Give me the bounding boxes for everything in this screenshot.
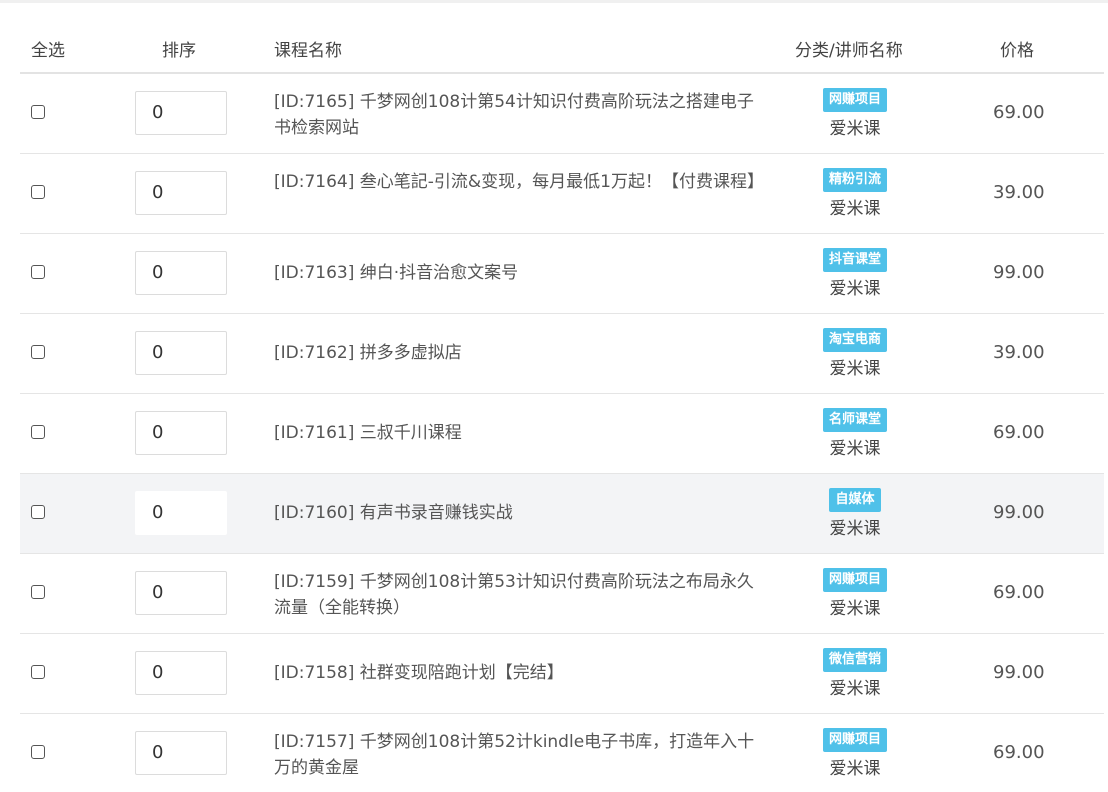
- price: 99.00: [993, 662, 1045, 683]
- price: 69.00: [993, 102, 1045, 123]
- course-name: [ID:7165] 千梦网创108计第54计知识付费高阶玩法之搭建电子书检索网站: [274, 92, 754, 138]
- category-cell: 淘宝电商 爱米课: [790, 328, 920, 379]
- course-name: [ID:7164] 叁心笔記-引流&变现，每月最低1万起！【付费课程】: [274, 172, 764, 192]
- header-category-teacher: 分类/讲师名称: [795, 41, 903, 61]
- table-row: 0 [ID:7158] 社群变现陪跑计划【完结】 微信营销 爱米课 99.00: [20, 634, 1104, 714]
- price: 99.00: [993, 262, 1045, 283]
- table-row: 0 [ID:7165] 千梦网创108计第54计知识付费高阶玩法之搭建电子书检索…: [20, 74, 1104, 154]
- category-badge: 抖音课堂: [822, 248, 887, 272]
- category-badge: 网赚项目: [822, 728, 887, 752]
- top-border: [0, 0, 1108, 3]
- table-header: 全选 排序 课程名称 分类/讲师名称 价格: [20, 10, 1104, 74]
- course-name: [ID:7157] 千梦网创108计第52计kindle电子书库，打造年入十万的…: [274, 732, 755, 778]
- row-checkbox[interactable]: [31, 185, 45, 199]
- category-cell: 自媒体 爱米课: [790, 488, 920, 539]
- category-cell: 网赚项目 爱米课: [790, 88, 920, 139]
- price: 39.00: [993, 182, 1045, 203]
- sort-input[interactable]: 0: [135, 651, 227, 695]
- price: 69.00: [993, 582, 1045, 603]
- category-cell: 精粉引流 爱米课: [790, 168, 920, 219]
- table-row: 0 [ID:7164] 叁心笔記-引流&变现，每月最低1万起！【付费课程】 精粉…: [20, 154, 1104, 234]
- sort-input[interactable]: 0: [135, 91, 227, 135]
- category-badge: 自媒体: [829, 488, 881, 512]
- teacher-name: 爱米课: [829, 759, 881, 779]
- price: 69.00: [993, 422, 1045, 443]
- table-row-hovered: 0 [ID:7160] 有声书录音赚钱实战 自媒体 爱米课 99.00: [20, 474, 1104, 554]
- course-table: 全选 排序 课程名称 分类/讲师名称 价格 0 [ID:7165] 千梦网创10…: [20, 10, 1104, 792]
- course-name: [ID:7158] 社群变现陪跑计划【完结】: [274, 663, 564, 683]
- price: 69.00: [993, 742, 1045, 763]
- category-badge: 网赚项目: [822, 88, 887, 112]
- teacher-name: 爱米课: [829, 519, 881, 539]
- category-cell: 名师课堂 爱米课: [790, 408, 920, 459]
- header-select-all[interactable]: 全选: [31, 36, 65, 61]
- row-checkbox[interactable]: [31, 505, 45, 519]
- row-checkbox[interactable]: [31, 425, 45, 439]
- price: 99.00: [993, 502, 1045, 523]
- course-name: [ID:7160] 有声书录音赚钱实战: [274, 503, 513, 523]
- course-name: [ID:7159] 千梦网创108计第53计知识付费高阶玩法之布局永久流量（全能…: [274, 572, 754, 618]
- sort-input[interactable]: 0: [135, 731, 227, 775]
- teacher-name: 爱米课: [829, 359, 881, 379]
- teacher-name: 爱米课: [829, 599, 881, 619]
- category-badge: 网赚项目: [822, 568, 887, 592]
- category-badge: 淘宝电商: [822, 328, 887, 352]
- table-row: 0 [ID:7162] 拼多多虚拟店 淘宝电商 爱米课 39.00: [20, 314, 1104, 394]
- category-cell: 网赚项目 爱米课: [790, 568, 920, 619]
- course-name: [ID:7162] 拼多多虚拟店: [274, 343, 462, 363]
- header-course-name: 课程名称: [274, 41, 342, 61]
- category-cell: 网赚项目 爱米课: [790, 728, 920, 779]
- teacher-name: 爱米课: [829, 279, 881, 299]
- course-name: [ID:7161] 三叔千川课程: [274, 423, 462, 443]
- sort-input[interactable]: 0: [135, 491, 227, 535]
- teacher-name: 爱米课: [829, 439, 881, 459]
- teacher-name: 爱米课: [829, 119, 881, 139]
- row-checkbox[interactable]: [31, 345, 45, 359]
- table-row: 0 [ID:7157] 千梦网创108计第52计kindle电子书库，打造年入十…: [20, 714, 1104, 792]
- teacher-name: 爱米课: [829, 199, 881, 219]
- category-cell: 微信营销 爱米课: [790, 648, 920, 699]
- table-row: 0 [ID:7163] 绅白·抖音治愈文案号 抖音课堂 爱米课 99.00: [20, 234, 1104, 314]
- course-name: [ID:7163] 绅白·抖音治愈文案号: [274, 263, 519, 283]
- sort-input[interactable]: 0: [135, 411, 227, 455]
- sort-input[interactable]: 0: [135, 171, 227, 215]
- category-badge: 名师课堂: [822, 408, 887, 432]
- table-row: 0 [ID:7159] 千梦网创108计第53计知识付费高阶玩法之布局永久流量（…: [20, 554, 1104, 634]
- row-checkbox[interactable]: [31, 265, 45, 279]
- table-row: 0 [ID:7161] 三叔千川课程 名师课堂 爱米课 69.00: [20, 394, 1104, 474]
- row-checkbox[interactable]: [31, 745, 45, 759]
- teacher-name: 爱米课: [829, 679, 881, 699]
- row-checkbox[interactable]: [31, 665, 45, 679]
- course-table-panel: 全选 排序 课程名称 分类/讲师名称 价格 0 [ID:7165] 千梦网创10…: [0, 0, 1108, 792]
- category-cell: 抖音课堂 爱米课: [790, 248, 920, 299]
- header-price: 价格: [1000, 41, 1034, 61]
- header-sort: 排序: [162, 41, 196, 61]
- price: 39.00: [993, 342, 1045, 363]
- category-badge: 微信营销: [822, 648, 887, 672]
- row-checkbox[interactable]: [31, 105, 45, 119]
- category-badge: 精粉引流: [822, 168, 887, 192]
- sort-input[interactable]: 0: [135, 571, 227, 615]
- row-checkbox[interactable]: [31, 585, 45, 599]
- sort-input[interactable]: 0: [135, 331, 227, 375]
- sort-input[interactable]: 0: [135, 251, 227, 295]
